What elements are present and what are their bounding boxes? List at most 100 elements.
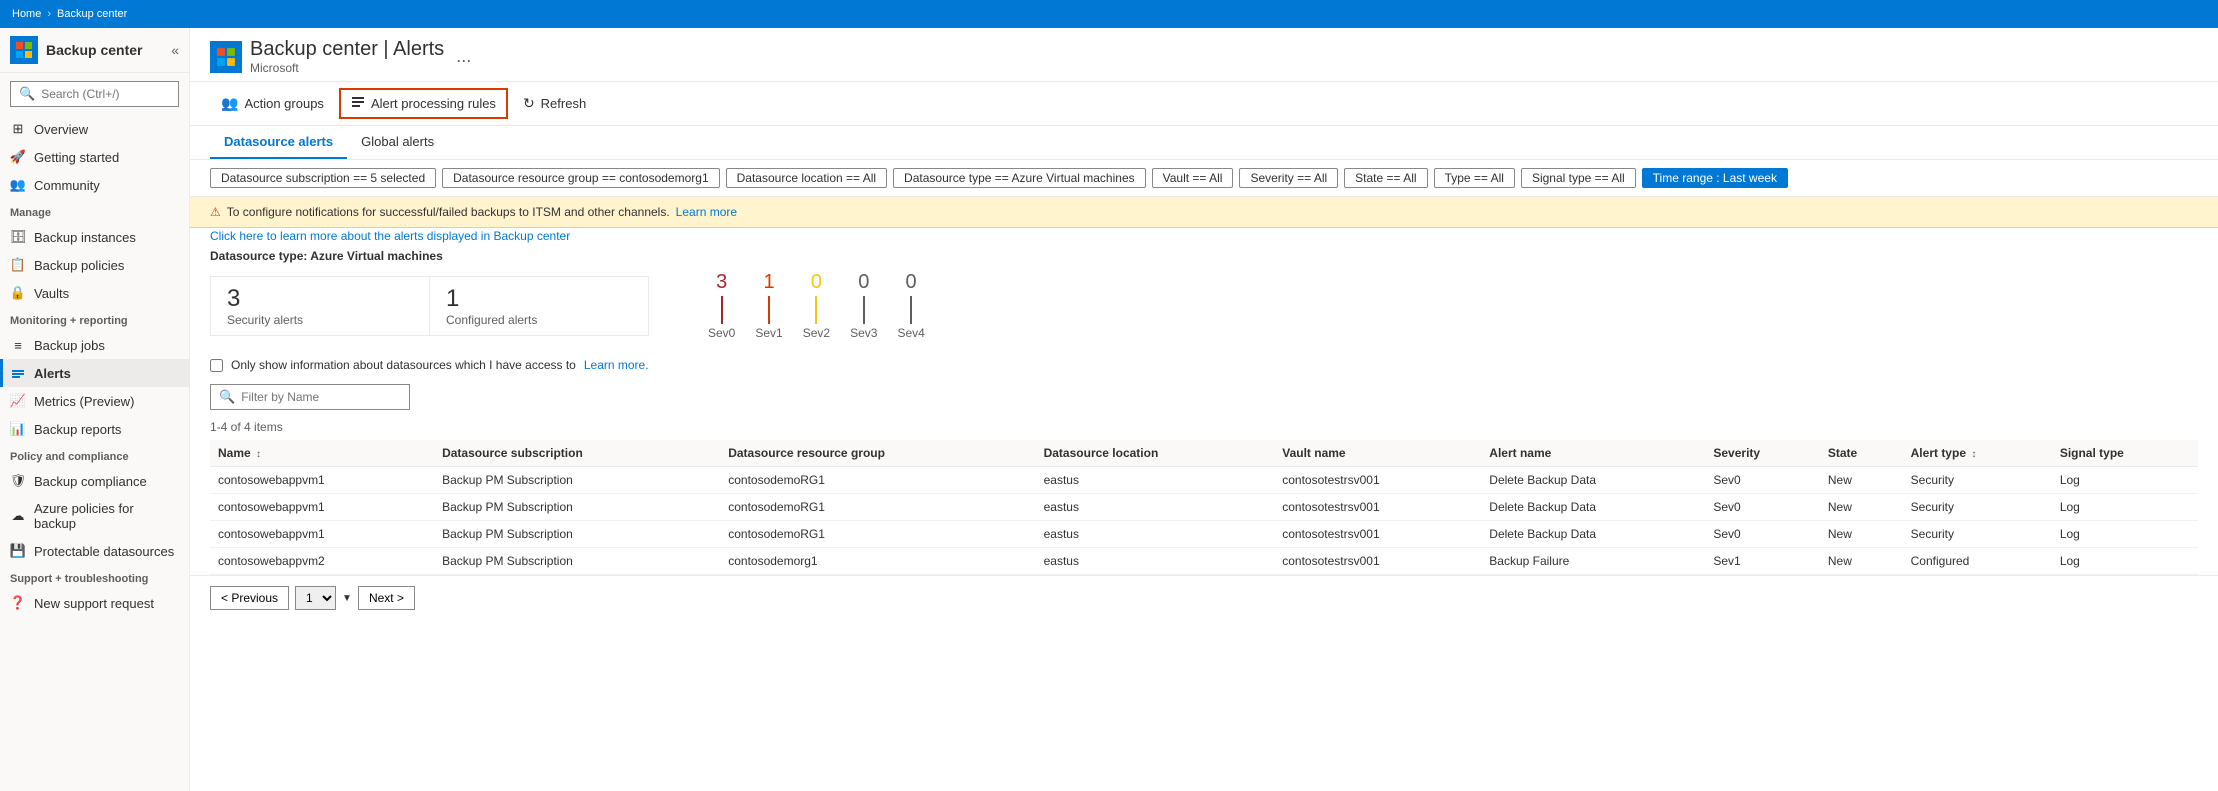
table-row[interactable]: contosowebappvm1 Backup PM Subscription … [210, 521, 2198, 548]
sidebar-item-backup-instances[interactable]: 🗄 Backup instances [0, 223, 189, 251]
col-location: Datasource location [1036, 440, 1275, 467]
datasources-icon: 💾 [10, 543, 26, 559]
sidebar-item-overview[interactable]: ⊞ Overview [0, 115, 189, 143]
sidebar: Backup center « 🔍 ⊞ Overview 🚀 Getting [0, 28, 190, 791]
table-row[interactable]: contosowebappvm2 Backup PM Subscription … [210, 548, 2198, 575]
sidebar-item-getting-started[interactable]: 🚀 Getting started [0, 143, 189, 171]
sidebar-item-azure-policies[interactable]: ☁ Azure policies for backup [0, 495, 189, 537]
alert-processing-rules-button[interactable]: Alert processing rules [339, 88, 508, 119]
filter-time-range[interactable]: Time range : Last week [1642, 168, 1788, 188]
sidebar-item-backup-policies[interactable]: 📋 Backup policies [0, 251, 189, 279]
sidebar-title-group: Backup center [46, 42, 142, 59]
sidebar-item-new-support-request[interactable]: ❓ New support request [0, 589, 189, 617]
configured-alerts-label: Configured alerts [446, 313, 632, 327]
summary-card-configured[interactable]: 1 Configured alerts [429, 276, 649, 336]
action-groups-button[interactable]: 👥 Action groups [210, 89, 335, 118]
refresh-button[interactable]: ↻ Refresh [512, 89, 597, 118]
sidebar-item-backup-reports[interactable]: 📊 Backup reports [0, 415, 189, 443]
sidebar-label-backup-instances: Backup instances [34, 230, 136, 245]
checkbox-row: Only show information about datasources … [190, 350, 2218, 380]
cell-state-3: New [1820, 548, 1903, 575]
filter-name-row: 🔍 [190, 380, 2218, 416]
compliance-icon: 🛡 [10, 473, 26, 489]
page-title: Backup center | Alerts [250, 38, 444, 61]
rules-icon [351, 95, 365, 109]
filter-severity[interactable]: Severity == All [1239, 168, 1338, 188]
sidebar-item-metrics[interactable]: 📈 Metrics (Preview) [0, 387, 189, 415]
cell-signal-type-2: Log [2052, 521, 2198, 548]
sidebar-label-azure-policies: Azure policies for backup [34, 501, 179, 531]
sidebar-search-box[interactable]: 🔍 [10, 81, 179, 107]
sidebar-label-backup-compliance: Backup compliance [34, 474, 147, 489]
security-alerts-label: Security alerts [227, 313, 413, 327]
next-button[interactable]: Next > [358, 586, 415, 610]
sidebar-section-monitoring-label: Monitoring + reporting [0, 307, 189, 331]
sev1-line [768, 296, 770, 324]
header-more-button[interactable]: ... [456, 46, 471, 67]
sidebar-item-backup-jobs[interactable]: ≡ Backup jobs [0, 331, 189, 359]
header-logo [210, 41, 242, 73]
filter-subscription[interactable]: Datasource subscription == 5 selected [210, 168, 436, 188]
col-state-label: State [1828, 446, 1857, 460]
toolbar: 👥 Action groups Alert processing rules ↻… [190, 82, 2218, 126]
filter-resource-group[interactable]: Datasource resource group == contosodemo… [442, 168, 720, 188]
tab-datasource-alerts[interactable]: Datasource alerts [210, 126, 347, 159]
sev3-label: Sev3 [850, 326, 877, 340]
sidebar-label-community: Community [34, 178, 100, 193]
cell-subscription-2: Backup PM Subscription [434, 521, 720, 548]
sev3-count: 0 [858, 271, 869, 294]
filter-location[interactable]: Datasource location == All [726, 168, 887, 188]
cell-location-1: eastus [1036, 494, 1275, 521]
cell-severity-1: Sev0 [1705, 494, 1819, 521]
filter-datasource-type[interactable]: Datasource type == Azure Virtual machine… [893, 168, 1146, 188]
action-groups-icon: 👥 [221, 95, 238, 112]
alert-processing-rules-label: Alert processing rules [371, 96, 496, 111]
warning-message: To configure notifications for successfu… [227, 205, 670, 219]
filter-signal-type[interactable]: Signal type == All [1521, 168, 1636, 188]
table-row[interactable]: contosowebappvm1 Backup PM Subscription … [210, 494, 2198, 521]
sidebar-section-support: ❓ New support request [0, 589, 189, 617]
col-name-sort-icon[interactable]: ↕ [256, 449, 261, 460]
sidebar-item-vaults[interactable]: 🔒 Vaults [0, 279, 189, 307]
table-row[interactable]: contosowebappvm1 Backup PM Subscription … [210, 467, 2198, 494]
filter-vault[interactable]: Vault == All [1152, 168, 1234, 188]
col-resource-group: Datasource resource group [720, 440, 1035, 467]
search-input[interactable] [41, 87, 170, 101]
checkbox-learn-more-link[interactable]: Learn more. [584, 358, 649, 372]
sidebar-search-area: 🔍 [0, 73, 189, 115]
filter-state[interactable]: State == All [1344, 168, 1427, 188]
cell-severity-2: Sev0 [1705, 521, 1819, 548]
previous-button[interactable]: < Previous [210, 586, 289, 610]
cell-state-1: New [1820, 494, 1903, 521]
cell-severity-3: Sev1 [1705, 548, 1819, 575]
sidebar-item-protectable-datasources[interactable]: 💾 Protectable datasources [0, 537, 189, 565]
filter-name-input[interactable] [241, 390, 401, 404]
access-checkbox[interactable] [210, 359, 223, 372]
sidebar-item-community[interactable]: 👥 Community [0, 171, 189, 199]
sidebar-item-alerts[interactable]: Alerts [0, 359, 189, 387]
tab-global-alerts[interactable]: Global alerts [347, 126, 448, 159]
col-signal-type: Signal type [2052, 440, 2198, 467]
col-alert-type-sort-icon[interactable]: ↕ [1971, 449, 1976, 460]
info-link-row: Click here to learn more about the alert… [190, 228, 2218, 243]
cell-resource-group-2: contosodemoRG1 [720, 521, 1035, 548]
col-location-label: Datasource location [1044, 446, 1159, 460]
page-select[interactable]: 1 [295, 586, 336, 610]
cell-signal-type-1: Log [2052, 494, 2198, 521]
sidebar-collapse-button[interactable]: « [171, 42, 179, 58]
cell-resource-group-1: contosodemoRG1 [720, 494, 1035, 521]
filter-type[interactable]: Type == All [1434, 168, 1515, 188]
support-icon: ❓ [10, 595, 26, 611]
breadcrumb-home[interactable]: Home [12, 8, 41, 20]
sidebar-item-backup-compliance[interactable]: 🛡 Backup compliance [0, 467, 189, 495]
breadcrumb-backup-center[interactable]: Backup center [57, 8, 127, 20]
summary-card-security[interactable]: 3 Security alerts [210, 276, 430, 336]
summary-row: 3 Security alerts 1 Configured alerts 3 … [210, 271, 2198, 340]
warning-learn-more-link[interactable]: Learn more [676, 205, 737, 219]
sidebar-label-overview: Overview [34, 122, 88, 137]
severity-bars: 3 Sev0 1 Sev1 0 Sev2 [688, 271, 945, 340]
col-name-label: Name [218, 446, 251, 460]
main-content: Backup center | Alerts Microsoft ... 👥 A… [190, 28, 2218, 791]
filter-name-box[interactable]: 🔍 [210, 384, 410, 410]
sidebar-label-alerts: Alerts [34, 366, 71, 381]
